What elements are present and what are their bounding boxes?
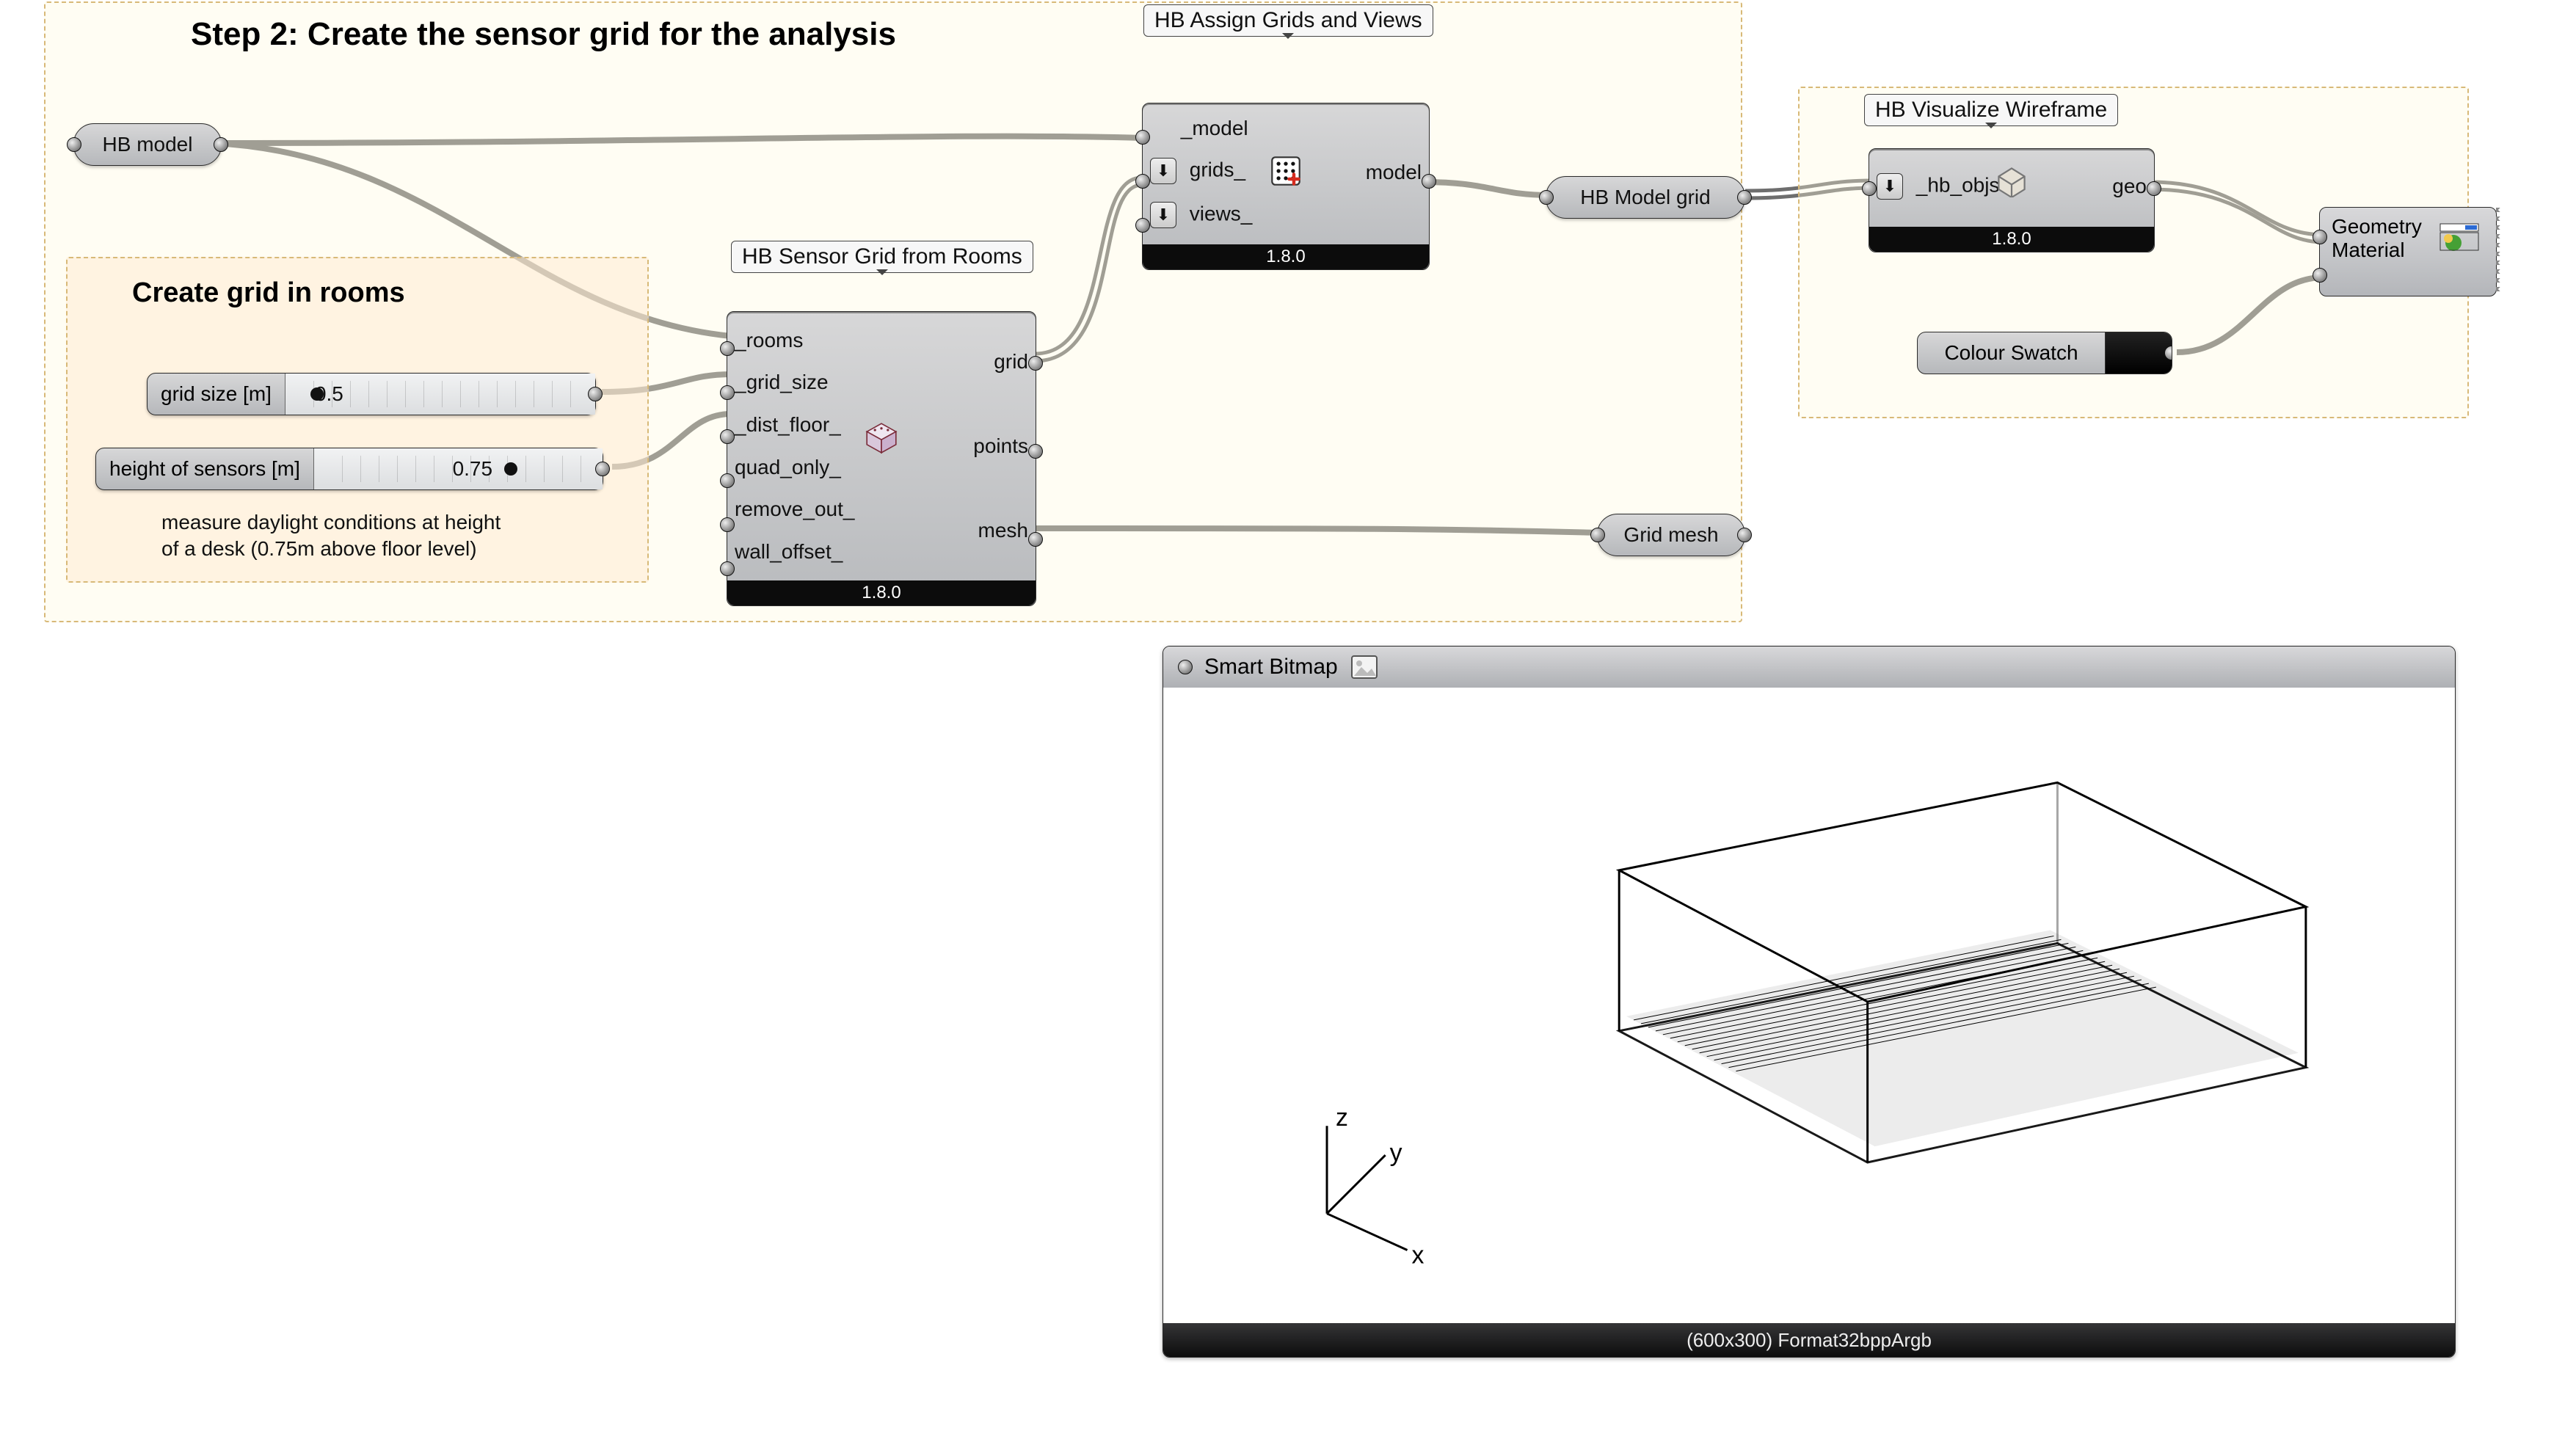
bitmap-render: z y x [1163, 688, 2455, 1323]
grip-gm-out[interactable] [1737, 528, 1752, 542]
grip-sg-wall[interactable] [720, 561, 735, 576]
component-sensor-grid[interactable]: _rooms _grid_size _dist_floor_ quad_only… [727, 311, 1036, 606]
sensor-height-note-line2: of a desk (0.75m above floor level) [161, 536, 616, 562]
grip-viz-out[interactable] [2147, 181, 2161, 196]
component-assign-grids[interactable]: _model ⬇ grids_ ⬇ views_ model [1142, 103, 1430, 270]
param-grid-mesh-label: Grid mesh [1623, 523, 1718, 547]
list-toggle-icon[interactable]: ⬇ [1150, 158, 1176, 184]
slider-grid-size-label: grid size [m] [148, 374, 285, 415]
preview-zig-edge [2496, 208, 2505, 296]
grip-ag-model[interactable] [1135, 130, 1150, 145]
sensor-grid-in-rooms[interactable]: _rooms [735, 329, 803, 352]
viz-wireframe-version: 1.8.0 [1869, 227, 2154, 252]
slider-grid-size-track[interactable]: 0.5 [285, 374, 595, 415]
colour-swatch-value[interactable] [2105, 332, 2172, 374]
slider-sensor-height-output-grip[interactable] [595, 462, 610, 476]
component-custom-preview[interactable]: Geometry Material [2319, 207, 2497, 296]
grip-sg-gsize[interactable] [720, 385, 735, 400]
param-hb-model-output-grip[interactable] [214, 137, 228, 152]
slider-sensor-height-label: height of sensors [m] [96, 448, 314, 489]
grip-hbmg-out[interactable] [1737, 190, 1752, 205]
list-toggle-icon[interactable]: ⬇ [1877, 173, 1903, 200]
sensor-grid-out-points[interactable]: points [973, 434, 1028, 458]
preview-icon [2439, 222, 2480, 252]
component-viz-wireframe[interactable]: ⬇ _hb_objs geo 1.8.0 [1869, 148, 2155, 252]
grasshopper-canvas[interactable]: .w { fill:none; stroke:#6e6e6e; stroke-w… [0, 0, 2576, 1431]
param-hb-model-grid-label: HB Model grid [1580, 186, 1710, 209]
grip-hbmg-in[interactable] [1539, 190, 1554, 205]
slider-grid-size[interactable]: grid size [m] 0.5 [147, 373, 596, 415]
grip-bitmap-in[interactable] [1178, 660, 1193, 674]
sensor-grid-in-remove-out[interactable]: remove_out_ [735, 498, 854, 521]
sensor-grid-in-dist-floor[interactable]: _dist_floor_ [735, 413, 841, 437]
param-hb-model-grid[interactable]: HB Model grid [1546, 176, 1745, 219]
param-colour-swatch[interactable]: Colour Swatch [1917, 332, 2172, 374]
grip-ag-out[interactable] [1422, 174, 1436, 189]
grip-sg-points[interactable] [1028, 444, 1043, 459]
label-sensor-grid: HB Sensor Grid from Rooms [731, 241, 1033, 273]
grip-gm-in[interactable] [1590, 528, 1605, 542]
group-step2-title: Step 2: Create the sensor grid for the a… [191, 16, 896, 53]
param-hb-model-label: HB model [103, 133, 193, 156]
sensor-grid-icon [865, 422, 898, 454]
param-grid-mesh[interactable]: Grid mesh [1597, 514, 1745, 556]
sensor-grid-out-grid[interactable]: grid [994, 350, 1028, 374]
label-viz-wireframe: HB Visualize Wireframe [1864, 94, 2118, 126]
sensor-height-note-line1: measure daylight conditions at height [161, 509, 616, 536]
viz-wireframe-icon [1995, 165, 2028, 197]
group-create-grid-title: Create grid in rooms [132, 277, 405, 309]
grip-ag-views[interactable] [1135, 218, 1150, 233]
assign-in-views[interactable]: ⬇ views_ [1150, 202, 1252, 228]
assign-in-grids[interactable]: ⬇ grids_ [1150, 158, 1245, 184]
slider-grid-size-knob[interactable] [310, 387, 324, 401]
grip-sg-rooms[interactable] [720, 341, 735, 356]
label-assign-grids: HB Assign Grids and Views [1143, 4, 1433, 37]
param-hb-model-input-grip[interactable] [67, 137, 81, 152]
slider-sensor-height-track[interactable]: 0.75 [314, 448, 603, 489]
sensor-grid-in-wall-offset[interactable]: wall_offset_ [735, 540, 843, 564]
panel-smart-bitmap[interactable]: Smart Bitmap [1163, 646, 2456, 1358]
grip-sg-dist[interactable] [720, 429, 735, 444]
axis-z-label: z [1336, 1104, 1348, 1132]
grip-prev-mat[interactable] [2313, 268, 2327, 283]
viz-out-geo[interactable]: geo [2112, 175, 2147, 198]
sensor-grid-version: 1.8.0 [727, 580, 1036, 605]
grip-ag-grids[interactable] [1135, 174, 1150, 189]
grip-sg-remove[interactable] [720, 517, 735, 532]
smart-bitmap-title: Smart Bitmap [1204, 655, 1338, 680]
param-hb-model[interactable]: HB model [73, 123, 222, 166]
sensor-grid-in-grid-size[interactable]: _grid_size [735, 371, 829, 394]
sensor-grid-out-mesh[interactable]: mesh [978, 519, 1028, 542]
grip-sg-grid[interactable] [1028, 356, 1043, 371]
sensor-grid-in-quad-only[interactable]: quad_only_ [735, 456, 841, 479]
smart-bitmap-viewport: z y x [1163, 688, 2455, 1323]
colour-swatch-label: Colour Swatch [1918, 341, 2105, 365]
slider-sensor-height-knob[interactable] [504, 462, 517, 476]
slider-sensor-height-value: 0.75 [453, 457, 493, 481]
list-toggle-icon[interactable]: ⬇ [1150, 202, 1176, 228]
axis-y-label: y [1390, 1139, 1402, 1167]
assign-in-model[interactable]: _model [1150, 117, 1248, 140]
image-icon [1350, 652, 1379, 682]
assign-out-model[interactable]: model [1366, 161, 1422, 184]
smart-bitmap-footer: (600x300) Format32bppArgb [1163, 1323, 2455, 1357]
axis-x-label: x [1412, 1241, 1425, 1269]
assign-grids-icon [1270, 155, 1302, 187]
slider-grid-size-output-grip[interactable] [588, 387, 603, 401]
sensor-height-note: measure daylight conditions at height of… [161, 509, 616, 563]
grip-sg-mesh[interactable] [1028, 532, 1043, 547]
viz-in-hbobjs[interactable]: ⬇ _hb_objs [1877, 173, 1999, 200]
bitmap-zig-edge [2455, 647, 2456, 1357]
assign-grids-version: 1.8.0 [1143, 244, 1429, 269]
grip-prev-geo[interactable] [2313, 230, 2327, 244]
slider-sensor-height[interactable]: height of sensors [m] 0.75 [95, 448, 603, 490]
grip-viz-in[interactable] [1862, 181, 1877, 196]
grip-sg-quad[interactable] [720, 473, 735, 488]
